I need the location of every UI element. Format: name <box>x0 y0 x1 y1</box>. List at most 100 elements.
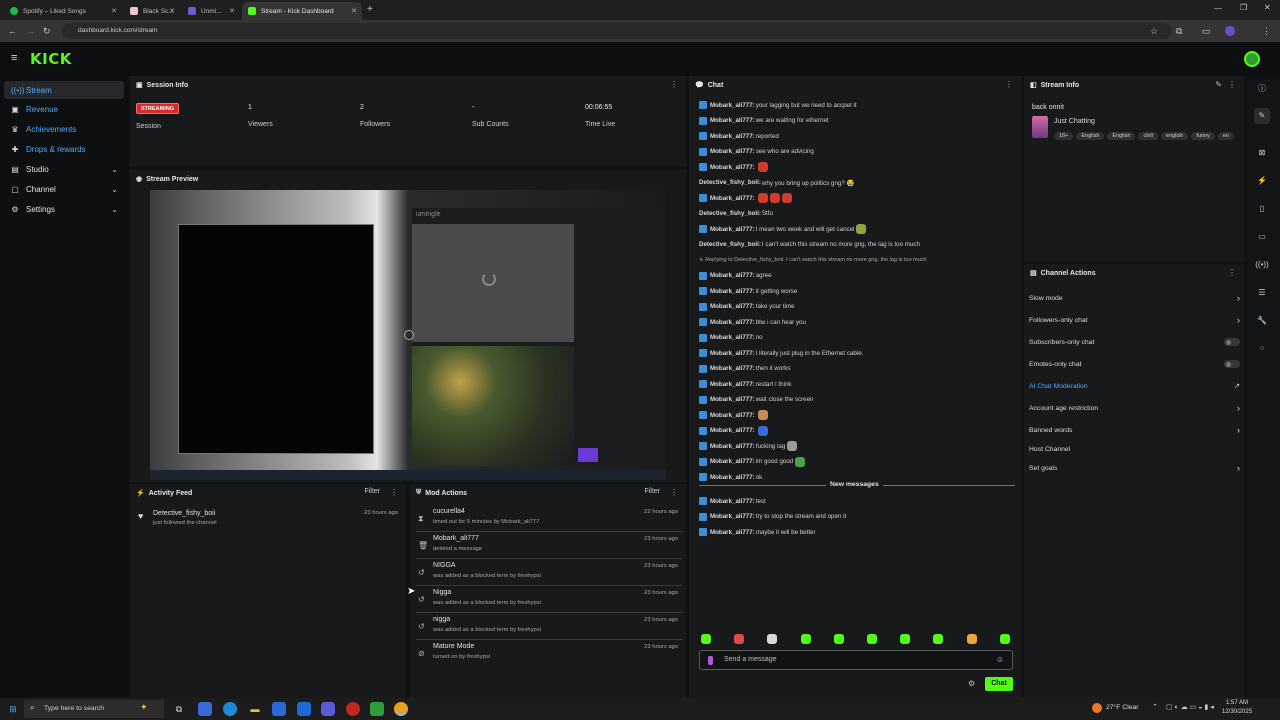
quick-emote-button[interactable] <box>800 634 811 644</box>
back-icon[interactable]: ← <box>8 26 17 36</box>
url-field[interactable]: dashboard.kick.com/stream <box>62 23 1172 39</box>
chat-username[interactable]: Mobark_ali777: <box>710 319 755 326</box>
chat-input[interactable]: Send a message ☺ <box>699 650 1013 670</box>
chat-username[interactable]: Mobark_ali777: <box>710 288 755 295</box>
more-options-icon[interactable]: ⋮ <box>1228 268 1236 277</box>
new-tab-button[interactable]: + <box>367 4 373 15</box>
sidebar-item-stream[interactable]: ((•)) Stream <box>4 81 124 99</box>
chat-username[interactable]: Mobark_ali777: <box>710 117 755 124</box>
quick-emote-button[interactable] <box>833 634 844 644</box>
chat-username[interactable]: Mobark_ali777: <box>710 102 755 109</box>
discord-icon[interactable] <box>321 702 335 716</box>
document-icon[interactable]: ▯ <box>1254 201 1270 217</box>
tray-chevron-icon[interactable]: ⌃ <box>1152 703 1158 711</box>
chat-username[interactable]: Mobark_ali777: <box>710 412 755 419</box>
bookmark-star-icon[interactable]: ☆ <box>1150 26 1158 37</box>
chat-username[interactable]: Mobark_ali777: <box>710 334 755 341</box>
weather-text[interactable]: 27°F Clear <box>1106 704 1139 711</box>
chat-icon[interactable]: ▭ <box>1254 229 1270 245</box>
sidebar-item-achievements[interactable]: ♛ Achievements <box>4 120 124 138</box>
subscribers-only-toggle[interactable] <box>1224 338 1240 346</box>
quick-emote-button[interactable] <box>701 634 711 644</box>
sidebar-item-studio[interactable]: ▤ Studio ⌄ <box>4 160 124 178</box>
edit-icon[interactable]: ✎ <box>1254 108 1270 124</box>
quick-emote-button[interactable] <box>734 634 745 644</box>
sidebar-item-revenue[interactable]: ▣ Revenue <box>4 100 124 118</box>
more-options-icon[interactable]: ⋮ <box>390 488 398 497</box>
chat-username[interactable]: Mobark_ali777: <box>710 303 755 310</box>
task-view-icon[interactable]: ⧉ <box>172 702 186 716</box>
quick-emote-button[interactable] <box>867 634 877 644</box>
forward-icon[interactable]: → <box>26 26 35 36</box>
more-options-icon[interactable]: ⋮ <box>1005 80 1013 89</box>
hamburger-menu-icon[interactable]: ≡ <box>11 52 17 64</box>
chat-username[interactable]: Mobark_ali777: <box>710 272 755 279</box>
stream-preview-video[interactable]: umingle <box>150 190 666 480</box>
close-tab-icon[interactable]: ✕ <box>169 7 175 15</box>
broadcast-icon[interactable]: ((•)) <box>1254 257 1270 273</box>
action-ai-moderation[interactable]: AI Chat Moderation ↗ <box>1029 379 1244 393</box>
edit-pencil-icon[interactable]: ✎ <box>1215 80 1222 89</box>
close-tab-icon[interactable]: ✕ <box>351 7 357 15</box>
profile-avatar[interactable] <box>1225 26 1235 36</box>
tab-kick-dashboard[interactable]: Stream - Kick Dashboard ✕ <box>242 2 362 20</box>
chat-username[interactable]: Mobark_ali777: <box>710 443 755 450</box>
sidebar-item-channel[interactable]: ▢ Channel ⌄ <box>4 180 124 198</box>
chat-username[interactable]: Detective_fishy_boii: <box>699 179 761 186</box>
layers-icon[interactable]: ☰ <box>1254 285 1270 301</box>
quick-emote-button[interactable] <box>966 634 977 644</box>
quick-emote-button[interactable] <box>900 634 911 644</box>
emotes-only-toggle[interactable] <box>1224 360 1240 368</box>
more-options-icon[interactable]: ⋮ <box>1228 80 1236 89</box>
more-options-icon[interactable]: ⋮ <box>670 488 678 497</box>
chat-username[interactable]: Mobark_ali777: <box>710 474 755 481</box>
tab-unmi[interactable]: Unmi... ✕ <box>182 2 240 20</box>
obs-icon[interactable] <box>346 702 360 716</box>
settings-dots-icon[interactable]: ⁘ <box>1254 341 1270 357</box>
kick-logo[interactable]: KICK <box>30 50 72 68</box>
minimize-icon[interactable]: — <box>1214 4 1222 13</box>
chat-username[interactable]: Mobark_ali777: <box>710 381 755 388</box>
sidebar-item-drops[interactable]: ✚ Drops & rewards <box>4 140 124 158</box>
close-tab-icon[interactable]: ✕ <box>111 7 117 15</box>
user-avatar[interactable] <box>1244 51 1260 67</box>
quick-emote-button[interactable] <box>933 634 944 644</box>
more-options-icon[interactable]: ⋮ <box>670 80 678 89</box>
action-host-channel[interactable]: Host Channel <box>1029 442 1244 456</box>
taskbar-search[interactable]: ⌕ Type here to search ✦ <box>24 700 164 718</box>
extensions-icon[interactable]: ⧉ <box>1176 26 1182 37</box>
chat-username[interactable]: Mobark_ali777: <box>710 164 755 171</box>
close-tab-icon[interactable]: ✕ <box>229 7 235 15</box>
store-icon[interactable] <box>272 702 286 716</box>
edge-icon[interactable] <box>223 702 237 716</box>
chat-settings-icon[interactable]: ⚙ <box>968 679 975 688</box>
chat-username[interactable]: Mobark_ali777: <box>710 148 755 155</box>
action-slow-mode[interactable]: Slow mode › <box>1029 291 1244 305</box>
wrench-icon[interactable]: 🔧 <box>1254 313 1270 329</box>
maximize-icon[interactable]: ❐ <box>1240 3 1247 12</box>
close-square-icon[interactable]: ⊠ <box>1254 145 1270 161</box>
bolt-icon[interactable]: ⚡ <box>1254 173 1270 189</box>
send-chat-button[interactable]: Chat <box>985 677 1013 691</box>
chrome-icon[interactable] <box>394 702 408 716</box>
reload-icon[interactable]: ↻ <box>43 26 51 37</box>
mod-filter-button[interactable]: Filter <box>644 488 660 495</box>
action-followers-only[interactable]: Followers-only chat › <box>1029 313 1244 327</box>
windows-start-icon[interactable]: ⊞ <box>6 702 20 716</box>
tray-icons[interactable]: ▢ ◐ ☁ ▭ ◒ ▮ ◂ <box>1166 703 1214 711</box>
clock-date[interactable]: 12/30/2025 <box>1222 709 1252 715</box>
chat-username[interactable]: Mobark_ali777: <box>710 396 755 403</box>
tab-black[interactable]: Black Sc... ✕ <box>124 2 180 20</box>
chat-username[interactable]: Mobark_ali777: <box>710 498 755 505</box>
emoji-picker-icon[interactable]: ☺ <box>996 655 1004 664</box>
action-set-goals[interactable]: Set goals › <box>1029 461 1244 475</box>
sidebar-item-settings[interactable]: ⚙ Settings ⌄ <box>4 200 124 218</box>
sidebar-toggle-icon[interactable]: ▭ <box>1202 26 1211 37</box>
chat-username[interactable]: Mobark_ali777: <box>710 133 755 140</box>
chat-username[interactable]: Mobark_ali777: <box>710 427 755 434</box>
activity-filter-button[interactable]: Filter <box>364 488 380 495</box>
kick-app-icon[interactable] <box>370 702 384 716</box>
chat-username[interactable]: Detective_fishy_boii: <box>699 210 761 217</box>
chat-username[interactable]: Mobark_ali777: <box>710 513 755 520</box>
chat-username[interactable]: Mobark_ali777: <box>710 226 755 233</box>
